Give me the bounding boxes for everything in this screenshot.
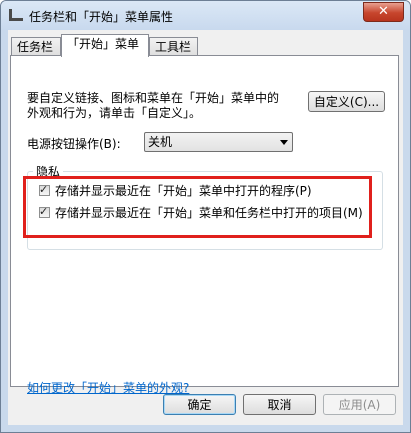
taskbar-properties-icon	[9, 9, 23, 21]
customize-button[interactable]: 自定义(C)...	[308, 91, 385, 112]
checkmark-icon: ✓	[39, 205, 49, 218]
tab-strip: 任务栏 「开始」菜单 工具栏	[8, 34, 403, 57]
checkbox-programs-label[interactable]: 存储并显示最近在「开始」菜单中打开的程序(P)	[55, 183, 312, 199]
cancel-button[interactable]: 取消	[243, 394, 316, 415]
description-line-1: 要自定义链接、图标和菜单在「开始」菜单中的	[27, 91, 280, 105]
tab-panel-start-menu: 要自定义链接、图标和菜单在「开始」菜单中的 外观和行为，请单击「自定义」。 自定…	[10, 55, 399, 395]
close-button[interactable]: ✕	[363, 2, 404, 22]
checkbox-items-label[interactable]: 存储并显示最近在「开始」菜单和任务栏中打开的项目(M)	[55, 205, 363, 221]
power-button-label: 电源按钮操作(B):	[27, 137, 121, 151]
dropdown-arrow-icon	[280, 140, 288, 145]
checkbox-items[interactable]: ✓	[39, 205, 50, 218]
title-bar[interactable]: 任务栏和「开始」菜单属性 ✕	[1, 1, 410, 30]
dialog-window: 任务栏和「开始」菜单属性 ✕ 任务栏 「开始」菜单 工具栏 要自定义链接、图标和…	[0, 0, 411, 433]
apply-button[interactable]: 应用(A)	[323, 394, 396, 415]
window-title: 任务栏和「开始」菜单属性	[29, 10, 174, 24]
tab-taskbar[interactable]: 任务栏	[11, 37, 61, 55]
checkmark-icon: ✓	[39, 183, 49, 196]
privacy-group-title: 隐私	[33, 163, 64, 180]
power-button-select[interactable]: 关机	[144, 132, 293, 152]
dialog-client-area: 任务栏 「开始」菜单 工具栏 要自定义链接、图标和菜单在「开始」菜单中的 外观和…	[8, 30, 403, 425]
description-line-2: 外观和行为，请单击「自定义」。	[27, 106, 202, 120]
tab-start-menu[interactable]: 「开始」菜单	[61, 34, 149, 57]
customize-description: 要自定义链接、图标和菜单在「开始」菜单中的 外观和行为，请单击「自定义」。	[27, 91, 307, 121]
ok-button[interactable]: 确定	[163, 394, 236, 415]
power-select-value: 关机	[148, 135, 173, 149]
tab-toolbars[interactable]: 工具栏	[149, 37, 198, 55]
checkbox-programs[interactable]: ✓	[39, 183, 50, 196]
